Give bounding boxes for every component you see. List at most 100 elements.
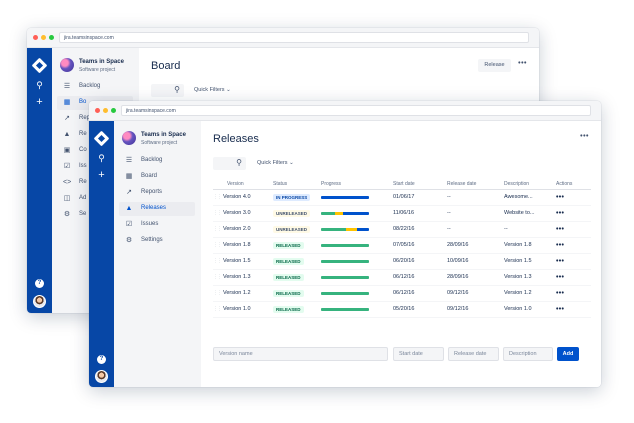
version-name[interactable]: Version 1.8 [223,242,251,248]
column-header-progress[interactable]: Progress [321,179,393,190]
row-actions-button[interactable]: ••• [556,274,564,281]
project-header[interactable]: Teams in Space Software project [122,131,202,151]
start-date-cell: 05/20/16 [393,301,447,318]
drag-handle-icon[interactable]: ⋮⋮ [213,274,222,280]
column-header-status[interactable]: Status [273,179,321,190]
progress-bar [321,259,369,263]
drag-handle-icon[interactable]: ⋮⋮ [213,258,222,264]
search-input[interactable]: ⚲ [151,84,184,97]
row-actions-button[interactable]: ••• [556,194,564,201]
search-icon[interactable]: ⚲ [27,80,52,91]
version-cell[interactable]: ⋮⋮ Version 1.0 [213,301,273,318]
status-badge: RELEASED [273,241,304,249]
row-actions-button[interactable]: ••• [556,242,564,249]
table-row[interactable]: ⋮⋮ Version 1.2 RELEASED 06/12/16 09/12/16 Ver… [213,285,591,302]
progress-done-segment [321,243,369,247]
project-header[interactable]: Teams in Space Software project [60,58,140,78]
column-header-version[interactable]: Version [213,179,273,190]
column-header-start-date[interactable]: Start date [393,179,447,190]
gear-icon: ⚙ [63,211,71,218]
sidebar-item-reports[interactable]: ↗ Reports [119,186,195,200]
release-date-cell: 09/12/16 [447,301,504,318]
project-name: Teams in Space [141,132,186,138]
row-actions-button[interactable]: ••• [556,306,564,313]
version-cell[interactable]: ⋮⋮ Version 2.0 [213,221,273,238]
table-row[interactable]: ⋮⋮ Version 4.0 IN PROGRESS 01/06/17 -- Awesom… [213,189,591,206]
sidebar-item-settings[interactable]: ⚙ Settings [119,234,195,248]
project-name: Teams in Space [79,59,124,65]
search-input[interactable]: ⚲ [213,157,246,170]
help-icon[interactable]: ? [35,279,44,288]
version-name-input[interactable]: Version name [213,347,388,361]
maximize-window-button[interactable] [49,35,54,40]
progress-cell [321,189,393,206]
address-bar[interactable]: jira.teamsinspace.com [59,32,529,43]
version-name[interactable]: Version 2.0 [223,226,251,232]
plus-icon[interactable]: + [89,169,114,181]
version-cell[interactable]: ⋮⋮ Version 4.0 [213,189,273,206]
column-header-release-date[interactable]: Release date [447,179,504,190]
help-icon[interactable]: ? [97,355,106,364]
column-header-description[interactable]: Description [504,179,556,190]
version-name[interactable]: Version 1.0 [223,306,251,312]
version-cell[interactable]: ⋮⋮ Version 1.3 [213,269,273,286]
table-row[interactable]: ⋮⋮ Version 1.5 RELEASED 06/20/16 10/09/16 Ver… [213,253,591,270]
address-bar[interactable]: jira.teamsinspace.com [121,105,591,116]
quick-filters-dropdown[interactable]: Quick Filters ⌄ [257,160,294,166]
minimize-window-button[interactable] [41,35,46,40]
more-actions-button[interactable]: ••• [518,60,527,67]
sidebar-item-backlog[interactable]: ☰ Backlog [119,154,195,168]
add-version-button[interactable]: Add [557,347,579,361]
plus-icon[interactable]: + [27,96,52,108]
row-actions-button[interactable]: ••• [556,210,564,217]
status-badge: RELEASED [273,257,304,265]
drag-handle-icon[interactable]: ⋮⋮ [213,210,222,216]
start-date-input[interactable]: Start date [393,347,444,361]
drag-handle-icon[interactable]: ⋮⋮ [213,226,222,232]
more-actions-button[interactable]: ••• [580,133,589,140]
minimize-window-button[interactable] [103,108,108,113]
table-row[interactable]: ⋮⋮ Version 2.0 UNRELEASED 08/22/16 -- -- ••• [213,221,591,238]
sidebar-item-board[interactable]: ▦ Board [119,170,195,184]
description-input[interactable]: Description [503,347,553,361]
sidebar-item-issues[interactable]: ☑ Issues [119,218,195,232]
version-cell[interactable]: ⋮⋮ Version 3.0 [213,205,273,222]
version-name[interactable]: Version 1.3 [223,274,251,280]
drag-handle-icon[interactable]: ⋮⋮ [213,242,222,248]
version-name[interactable]: Version 4.0 [223,194,251,200]
table-row[interactable]: ⋮⋮ Version 1.0 RELEASED 05/20/16 09/12/16 Ver… [213,301,591,318]
drag-handle-icon[interactable]: ⋮⋮ [213,194,222,200]
maximize-window-button[interactable] [111,108,116,113]
release-date-input[interactable]: Release date [448,347,499,361]
table-row[interactable]: ⋮⋮ Version 3.0 UNRELEASED 11/06/16 -- Website… [213,205,591,222]
row-actions-button[interactable]: ••• [556,258,564,265]
row-actions-button[interactable]: ••• [556,290,564,297]
close-window-button[interactable] [33,35,38,40]
search-icon: ⚲ [236,158,242,167]
version-name[interactable]: Version 1.2 [223,290,251,296]
version-cell[interactable]: ⋮⋮ Version 1.8 [213,237,273,254]
sidebar-item-backlog[interactable]: ☰ Backlog [57,80,133,94]
releases-window: jira.teamsinspace.com ⚲ + ? Teams in Spa… [89,101,601,387]
jira-logo-icon[interactable] [31,57,48,74]
release-button[interactable]: Release [478,59,511,72]
release-date-cell: 09/12/16 [447,285,504,302]
avatar[interactable] [95,370,108,383]
table-row[interactable]: ⋮⋮ Version 1.3 RELEASED 06/12/16 28/09/16 Ver… [213,269,591,286]
backlog-icon: ☰ [125,157,133,164]
quick-filters-dropdown[interactable]: Quick Filters ⌄ [194,87,231,93]
search-icon[interactable]: ⚲ [89,153,114,164]
avatar[interactable] [33,295,46,308]
version-name[interactable]: Version 1.5 [223,258,251,264]
drag-handle-icon[interactable]: ⋮⋮ [213,290,222,296]
jira-logo-icon[interactable] [93,130,110,147]
close-window-button[interactable] [95,108,100,113]
drag-handle-icon[interactable]: ⋮⋮ [213,306,222,312]
version-cell[interactable]: ⋮⋮ Version 1.2 [213,285,273,302]
version-cell[interactable]: ⋮⋮ Version 1.5 [213,253,273,270]
row-actions-button[interactable]: ••• [556,226,564,233]
table-row[interactable]: ⋮⋮ Version 1.8 RELEASED 07/05/16 28/09/16 Ver… [213,237,591,254]
sidebar-item-releases[interactable]: ▲ Releases [119,202,195,216]
version-name[interactable]: Version 3.0 [223,210,251,216]
progress-bar [321,291,369,295]
